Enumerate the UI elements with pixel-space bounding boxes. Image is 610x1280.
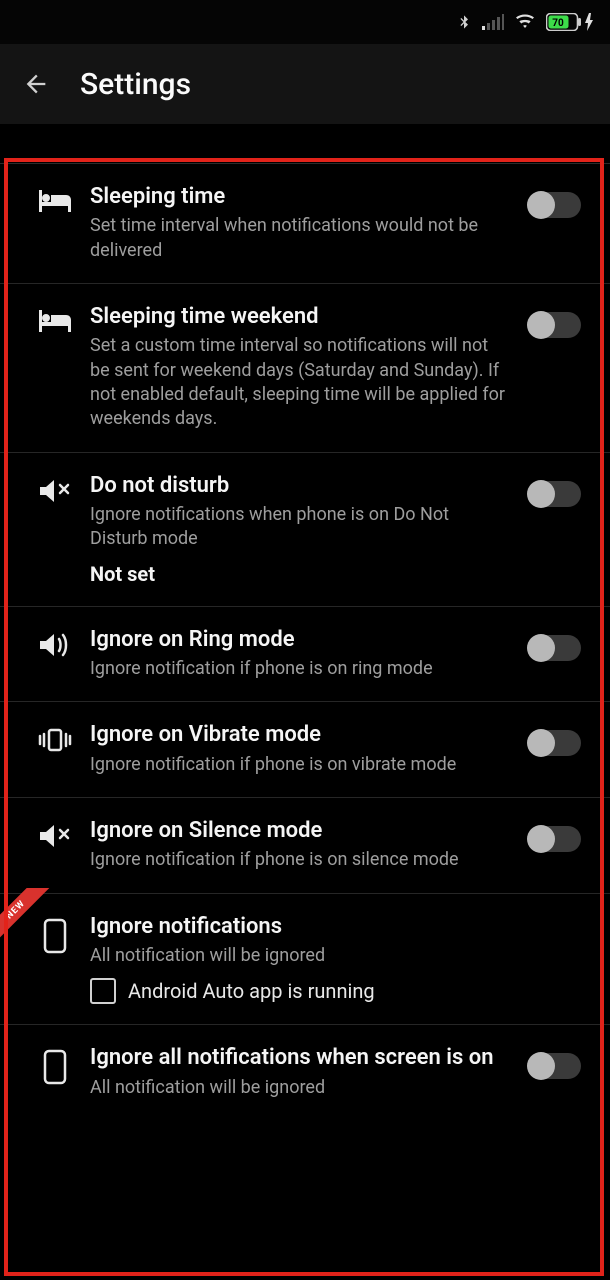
wifi-icon [514, 13, 536, 31]
toggle-ignore-vibrate[interactable] [529, 730, 581, 756]
checkbox-android-auto[interactable] [90, 978, 116, 1004]
setting-ignore-notifications-auto[interactable]: NEW Ignore notifications All notificatio… [0, 894, 610, 1026]
setting-desc: All notification will be ignored [90, 1076, 510, 1100]
app-bar: Settings [0, 44, 610, 124]
bed-icon [37, 308, 73, 338]
bed-icon [37, 188, 73, 218]
setting-desc: Set time interval when notifications wou… [90, 214, 510, 263]
status-bar: 70 [0, 0, 610, 44]
bluetooth-icon [456, 12, 472, 32]
toggle-ignore-ring[interactable] [529, 635, 581, 661]
toggle-ignore-silence[interactable] [529, 826, 581, 852]
setting-title: Ignore on Vibrate mode [90, 722, 510, 748]
setting-title: Ignore all notifications when screen is … [90, 1045, 510, 1071]
partial-previous-row [0, 124, 610, 164]
volume-on-icon [38, 631, 72, 663]
toggle-sleeping-time-weekend[interactable] [529, 312, 581, 338]
volume-mute-icon [38, 477, 72, 509]
setting-ignore-silence[interactable]: Ignore on Silence mode Ignore notificati… [0, 798, 610, 894]
phone-outline-icon [43, 1049, 67, 1089]
setting-title: Do not disturb [90, 473, 510, 499]
toggle-ignore-screen-on[interactable] [529, 1053, 581, 1079]
checkbox-row[interactable]: Android Auto app is running [90, 978, 510, 1004]
arrow-left-icon [22, 70, 50, 98]
toggle-sleeping-time[interactable] [529, 192, 581, 218]
setting-title: Ignore on Ring mode [90, 627, 510, 653]
setting-desc: Ignore notifications when phone is on Do… [90, 503, 510, 552]
setting-desc: All notification will be ignored [90, 944, 510, 968]
setting-title: Sleeping time [90, 184, 510, 210]
setting-sleeping-time-weekend[interactable]: Sleeping time weekend Set a custom time … [0, 284, 610, 453]
vibrate-icon [38, 726, 72, 758]
setting-desc: Ignore notification if phone is on vibra… [90, 753, 510, 777]
setting-title: Sleeping time weekend [90, 304, 510, 330]
page-title: Settings [80, 67, 191, 102]
phone-outline-icon [43, 918, 67, 958]
volume-mute-icon [38, 822, 72, 854]
cellular-signal-icon [482, 14, 504, 30]
setting-value: Not set [90, 562, 510, 586]
setting-title: Ignore notifications [90, 914, 510, 940]
setting-ignore-ring[interactable]: Ignore on Ring mode Ignore notification … [0, 607, 610, 703]
setting-title: Ignore on Silence mode [90, 818, 510, 844]
back-button[interactable] [16, 64, 56, 104]
settings-list: Sleeping time Set time interval when not… [0, 124, 610, 1120]
setting-desc: Ignore notification if phone is on ring … [90, 657, 510, 681]
battery-icon: 70 [546, 13, 594, 31]
setting-sleeping-time[interactable]: Sleeping time Set time interval when not… [0, 164, 610, 284]
setting-do-not-disturb[interactable]: Do not disturb Ignore notifications when… [0, 453, 610, 607]
toggle-do-not-disturb[interactable] [529, 481, 581, 507]
setting-desc: Ignore notification if phone is on silen… [90, 848, 510, 872]
svg-text:70: 70 [552, 18, 564, 29]
setting-ignore-vibrate[interactable]: Ignore on Vibrate mode Ignore notificati… [0, 702, 610, 798]
setting-desc: Set a custom time interval so notificati… [90, 334, 510, 431]
checkbox-label: Android Auto app is running [128, 979, 375, 1003]
setting-ignore-screen-on[interactable]: Ignore all notifications when screen is … [0, 1025, 610, 1120]
